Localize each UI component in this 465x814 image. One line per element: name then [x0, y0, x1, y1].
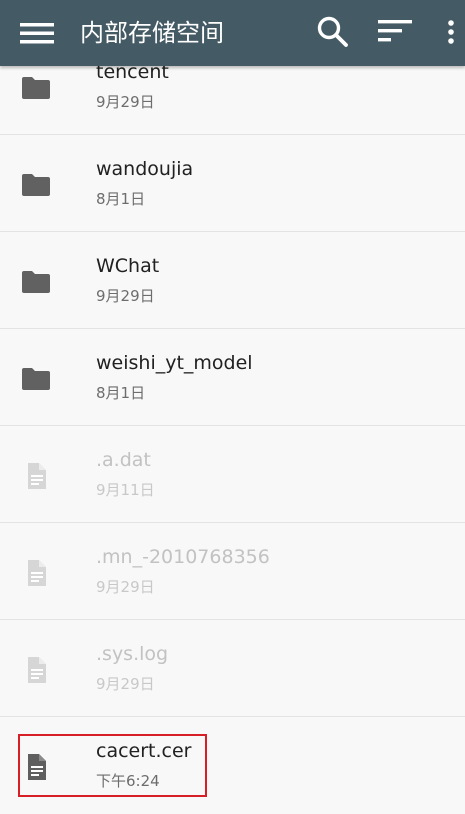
- file-date: 9月29日: [96, 675, 155, 693]
- search-icon[interactable]: [311, 10, 355, 54]
- sort-icon[interactable]: [373, 10, 417, 54]
- list-item[interactable]: .a.dat 9月11日: [0, 426, 465, 523]
- file-name: .sys.log: [96, 643, 169, 665]
- app-bar: 内部存储空间: [0, 0, 465, 66]
- list-item[interactable]: cacert.cer 下午6:24: [0, 717, 465, 814]
- list-item[interactable]: .sys.log 9月29日: [0, 620, 465, 717]
- menu-icon[interactable]: [18, 14, 56, 52]
- file-name: .a.dat: [96, 449, 151, 471]
- file-icon: [20, 656, 52, 684]
- page-title: 内部存储空间: [80, 19, 224, 47]
- file-name: wandoujia: [96, 158, 194, 180]
- file-icon: [20, 753, 52, 781]
- folder-icon: [20, 74, 52, 102]
- list-item[interactable]: wandoujia 8月1日: [0, 135, 465, 232]
- file-date: 8月1日: [96, 190, 146, 208]
- file-date: 下午6:24: [96, 772, 160, 790]
- file-name: weishi_yt_model: [96, 352, 253, 374]
- list-item[interactable]: weishi_yt_model 8月1日: [0, 329, 465, 426]
- file-name: WChat: [96, 255, 160, 277]
- file-date: 9月11日: [96, 481, 155, 499]
- list-item[interactable]: WChat 9月29日: [0, 232, 465, 329]
- file-icon: [20, 559, 52, 587]
- file-date: 8月1日: [96, 384, 146, 402]
- more-vert-icon[interactable]: [430, 10, 460, 54]
- file-name: .mn_-2010768356: [96, 546, 270, 568]
- file-icon: [20, 462, 52, 490]
- file-list: tencent 9月29日 wandoujia 8月1日 WChat 9月29日…: [0, 38, 465, 814]
- list-item[interactable]: .mn_-2010768356 9月29日: [0, 523, 465, 620]
- folder-icon: [20, 171, 52, 199]
- file-name: cacert.cer: [96, 740, 192, 762]
- file-date: 9月29日: [96, 287, 155, 305]
- file-date: 9月29日: [96, 578, 155, 596]
- file-date: 9月29日: [96, 93, 155, 111]
- folder-icon: [20, 365, 52, 393]
- folder-icon: [20, 268, 52, 296]
